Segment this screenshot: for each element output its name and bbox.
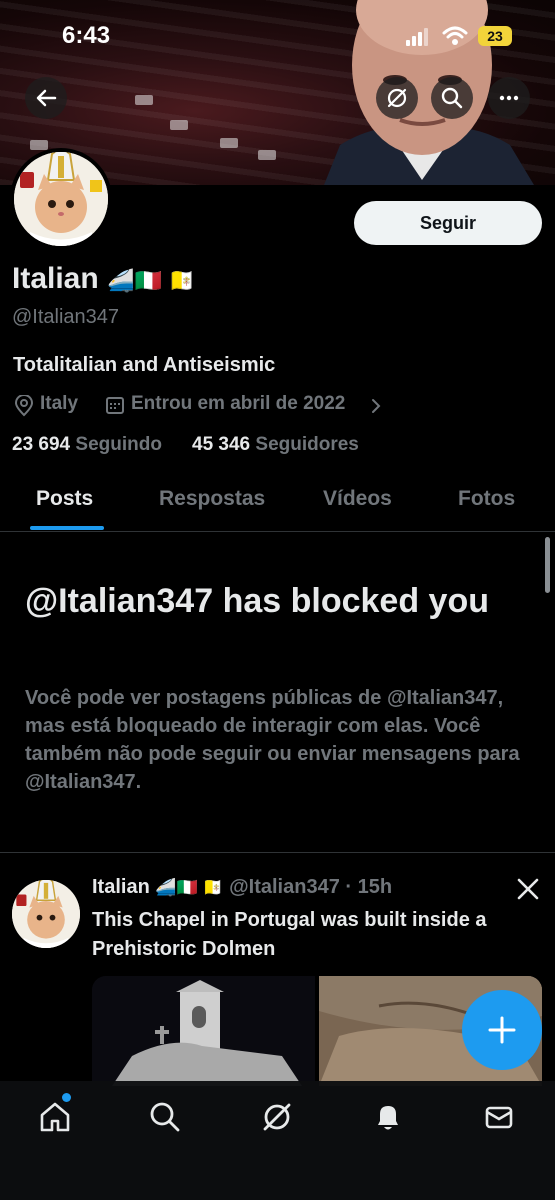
scrollbar[interactable] [545, 537, 550, 593]
status-time: 6:43 [62, 22, 111, 49]
grok-icon [263, 1103, 291, 1131]
banner-light [135, 95, 153, 105]
nav-home[interactable] [37, 1099, 73, 1135]
cat-pope-avatar-image [14, 152, 108, 246]
battery-indicator: 23 [478, 26, 512, 46]
following-count-link[interactable]: 23 694 Seguindo [12, 434, 162, 456]
chapel-photo [92, 976, 315, 1086]
back-button[interactable] [25, 77, 67, 119]
blocked-message: Você pode ver postagens públicas de @Ita… [25, 687, 520, 793]
profile-bio: Totalitalian and Antiseismic [13, 354, 276, 376]
tweet-author-emojis: 🚄🇮🇹 🇻🇦 [155, 878, 224, 897]
profile-location: Italy [40, 393, 79, 414]
plus-icon [488, 1016, 516, 1044]
nav-messages[interactable] [481, 1099, 517, 1135]
tweet-author-name[interactable]: Italian [92, 876, 150, 898]
more-button[interactable] [488, 77, 530, 119]
tweet-avatar[interactable] [12, 880, 80, 948]
more-icon [499, 95, 519, 101]
tabs-divider [0, 531, 555, 532]
banner-light [220, 138, 238, 148]
tweet-text: This Chapel in Portugal was built inside… [92, 909, 487, 960]
profile-name: Italian [12, 262, 99, 295]
tweet-handle-time: @Italian347 · 15h [229, 876, 393, 898]
search-icon [441, 87, 463, 109]
profile-joined-date[interactable]: Entrou em abril de 2022 [131, 393, 345, 415]
tab-posts[interactable]: Posts [36, 487, 93, 511]
compose-button[interactable] [462, 990, 542, 1070]
tab-respostas[interactable]: Respostas [159, 487, 265, 511]
active-tab-indicator [30, 526, 104, 530]
wifi-icon [442, 26, 468, 45]
grok-icon [387, 88, 407, 108]
tweet-media-chapel[interactable] [92, 976, 315, 1086]
chevron-right-icon [372, 399, 381, 413]
blocked-title: @Italian347 has blocked you [25, 582, 489, 620]
banner-light [170, 120, 188, 130]
location-icon [14, 395, 34, 417]
x-logo-icon [517, 878, 539, 900]
tab-videos[interactable]: Vídeos [323, 487, 392, 511]
calendar-icon [106, 397, 124, 414]
banner-light [258, 150, 276, 160]
home-icon [40, 1102, 70, 1132]
back-arrow-icon [36, 89, 57, 107]
nav-search[interactable] [147, 1099, 183, 1135]
cat-pope-avatar-image [12, 880, 80, 948]
tab-fotos[interactable]: Fotos [458, 487, 515, 511]
following-label: Seguindo [75, 434, 162, 455]
followers-count: 45 346 [192, 434, 251, 455]
followers-count-link[interactable]: 45 346 Seguidores [192, 434, 359, 456]
notifications-icon [378, 1106, 398, 1130]
cellular-signal-icon [406, 28, 430, 46]
followers-label: Seguidores [255, 434, 359, 455]
profile-name-row: Italian 🚄🇮🇹 🇻🇦 [12, 262, 195, 296]
search-button[interactable] [431, 77, 473, 119]
profile-name-emojis: 🚄🇮🇹 🇻🇦 [107, 268, 196, 293]
section-divider [0, 852, 555, 853]
grok-button[interactable] [376, 77, 418, 119]
banner-light [30, 140, 48, 150]
home-notification-dot [62, 1093, 71, 1102]
follow-button[interactable]: Seguir [354, 201, 542, 245]
search-icon [150, 1102, 180, 1132]
profile-handle: @Italian347 [12, 306, 120, 328]
nav-grok[interactable] [259, 1099, 295, 1135]
profile-avatar[interactable] [10, 148, 112, 250]
following-count: 23 694 [12, 434, 71, 455]
nav-notifications[interactable] [370, 1099, 406, 1135]
messages-icon [485, 1106, 513, 1129]
tweet-header: Italian 🚄🇮🇹 🇻🇦 @Italian347 · 15h [92, 876, 392, 899]
